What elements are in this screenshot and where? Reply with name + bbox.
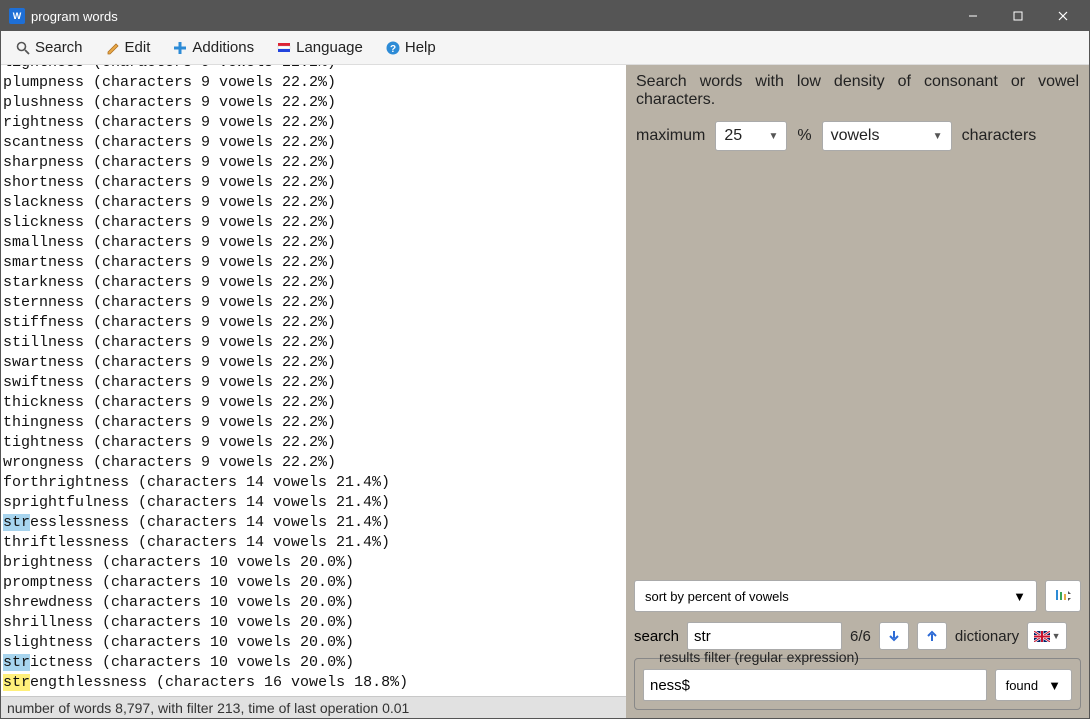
- chevron-down-icon: ▼: [768, 131, 778, 142]
- result-row[interactable]: sprightfulness (characters 14 vowels 21.…: [3, 493, 624, 513]
- maximize-button[interactable]: [995, 1, 1040, 31]
- percent-dropdown[interactable]: 25 ▼: [715, 121, 787, 151]
- flag-icon: [276, 40, 292, 56]
- app-window: W program words Search Edit Additions La…: [0, 0, 1090, 719]
- search-label: search: [634, 628, 679, 645]
- result-row[interactable]: smartness (characters 9 vowels 22.2%): [3, 253, 624, 273]
- menu-additions-label: Additions: [192, 39, 254, 56]
- sort-label: sort by percent of vowels: [645, 589, 789, 604]
- result-row[interactable]: starkness (characters 9 vowels 22.2%): [3, 273, 624, 293]
- result-row[interactable]: slightness (characters 10 vowels 20.0%): [3, 633, 624, 653]
- mode-label: maximum: [636, 127, 705, 145]
- result-row[interactable]: forthrightness (characters 14 vowels 21.…: [3, 473, 624, 493]
- plus-icon: [172, 40, 188, 56]
- chevron-down-icon: ▼: [1052, 631, 1061, 641]
- result-row[interactable]: stiffness (characters 9 vowels 22.2%): [3, 313, 624, 333]
- help-icon: ?: [385, 40, 401, 56]
- app-icon: W: [9, 8, 25, 24]
- svg-text:?: ?: [390, 44, 396, 55]
- filter-fieldset: results filter (regular expression) foun…: [634, 658, 1081, 710]
- result-row[interactable]: plumpness (characters 9 vowels 22.2%): [3, 73, 624, 93]
- search-icon: [15, 40, 31, 56]
- menu-help[interactable]: ? Help: [377, 35, 444, 60]
- result-row[interactable]: brightness (characters 10 vowels 20.0%): [3, 553, 624, 573]
- window-title: program words: [31, 9, 118, 24]
- dictionary-label: dictionary: [955, 628, 1019, 645]
- result-row[interactable]: lightness (characters 9 vowels 22.2%): [3, 65, 624, 73]
- characters-label: characters: [962, 127, 1037, 145]
- result-row[interactable]: sternness (characters 9 vowels 22.2%): [3, 293, 624, 313]
- menu-edit[interactable]: Edit: [97, 35, 159, 60]
- left-pane: lightness (characters 9 vowels 22.2%)plu…: [1, 65, 626, 718]
- result-row[interactable]: shrillness (characters 10 vowels 20.0%): [3, 613, 624, 633]
- menu-edit-label: Edit: [125, 39, 151, 56]
- filter-input[interactable]: [643, 669, 987, 701]
- results-list[interactable]: lightness (characters 9 vowels 22.2%)plu…: [1, 65, 626, 696]
- minimize-button[interactable]: [950, 1, 995, 31]
- result-row[interactable]: stresslessness (characters 14 vowels 21.…: [3, 513, 624, 533]
- result-row[interactable]: shrewdness (characters 10 vowels 20.0%): [3, 593, 624, 613]
- right-panel: Search words with low density of consona…: [626, 65, 1089, 718]
- chevron-down-icon: ▼: [933, 131, 943, 142]
- result-row[interactable]: stillness (characters 9 vowels 22.2%): [3, 333, 624, 353]
- menu-language-label: Language: [296, 39, 363, 56]
- result-row[interactable]: shortness (characters 9 vowels 22.2%): [3, 173, 624, 193]
- chevron-down-icon: ▼: [1048, 678, 1061, 693]
- result-row[interactable]: swartness (characters 9 vowels 22.2%): [3, 353, 624, 373]
- result-row[interactable]: promptness (characters 10 vowels 20.0%): [3, 573, 624, 593]
- type-dropdown[interactable]: vowels ▼: [822, 121, 952, 151]
- sort-dropdown[interactable]: sort by percent of vowels ▼: [634, 580, 1037, 612]
- result-row[interactable]: scantness (characters 9 vowels 22.2%): [3, 133, 624, 153]
- search-input[interactable]: [687, 622, 842, 650]
- result-row[interactable]: thriftlessness (characters 14 vowels 21.…: [3, 533, 624, 553]
- result-row[interactable]: sharpness (characters 9 vowels 22.2%): [3, 153, 624, 173]
- menu-search[interactable]: Search: [7, 35, 91, 60]
- result-row[interactable]: tightness (characters 9 vowels 22.2%): [3, 433, 624, 453]
- result-row[interactable]: rightness (characters 9 vowels 22.2%): [3, 113, 624, 133]
- status-text: number of words 8,797, with filter 213, …: [7, 700, 409, 716]
- close-button[interactable]: [1040, 1, 1085, 31]
- filter-legend: results filter (regular expression): [655, 649, 863, 665]
- result-row[interactable]: thingness (characters 9 vowels 22.2%): [3, 413, 624, 433]
- param-row: maximum 25 ▼ % vowels ▼ characters: [626, 117, 1089, 161]
- search-counter: 6/6: [850, 628, 871, 645]
- menubar: Search Edit Additions Language ? Help: [1, 31, 1089, 65]
- result-row[interactable]: plushness (characters 9 vowels 22.2%): [3, 93, 624, 113]
- chevron-down-icon: ▼: [1013, 589, 1026, 604]
- uk-flag-icon: [1034, 631, 1050, 642]
- menu-help-label: Help: [405, 39, 436, 56]
- result-row[interactable]: slickness (characters 9 vowels 22.2%): [3, 213, 624, 233]
- statusbar: number of words 8,797, with filter 213, …: [1, 696, 626, 718]
- result-row[interactable]: slackness (characters 9 vowels 22.2%): [3, 193, 624, 213]
- menu-search-label: Search: [35, 39, 83, 56]
- found-label: found: [1006, 678, 1039, 693]
- sort-bars-icon: [1054, 587, 1072, 605]
- panel-description: Search words with low density of consona…: [626, 65, 1089, 117]
- result-row[interactable]: wrongness (characters 9 vowels 22.2%): [3, 453, 624, 473]
- sort-options-button[interactable]: [1045, 580, 1081, 612]
- type-value: vowels: [831, 127, 880, 145]
- menu-additions[interactable]: Additions: [164, 35, 262, 60]
- result-row[interactable]: swiftness (characters 9 vowels 22.2%): [3, 373, 624, 393]
- arrow-up-icon: [925, 629, 939, 643]
- result-row[interactable]: thickness (characters 9 vowels 22.2%): [3, 393, 624, 413]
- arrow-down-icon: [887, 629, 901, 643]
- search-prev-button[interactable]: [917, 622, 947, 650]
- found-dropdown[interactable]: found ▼: [995, 669, 1072, 701]
- dictionary-flag-dropdown[interactable]: ▼: [1027, 622, 1067, 650]
- percent-value: 25: [724, 127, 742, 145]
- menu-language[interactable]: Language: [268, 35, 371, 60]
- content-area: lightness (characters 9 vowels 22.2%)plu…: [1, 65, 1089, 718]
- sort-row: sort by percent of vowels ▼: [626, 574, 1089, 618]
- search-next-button[interactable]: [879, 622, 909, 650]
- pencil-icon: [105, 40, 121, 56]
- result-row[interactable]: strengthlessness (characters 16 vowels 1…: [3, 673, 624, 693]
- percent-symbol: %: [797, 127, 811, 145]
- result-row[interactable]: smallness (characters 9 vowels 22.2%): [3, 233, 624, 253]
- result-row[interactable]: strictness (characters 10 vowels 20.0%): [3, 653, 624, 673]
- titlebar: W program words: [1, 1, 1089, 31]
